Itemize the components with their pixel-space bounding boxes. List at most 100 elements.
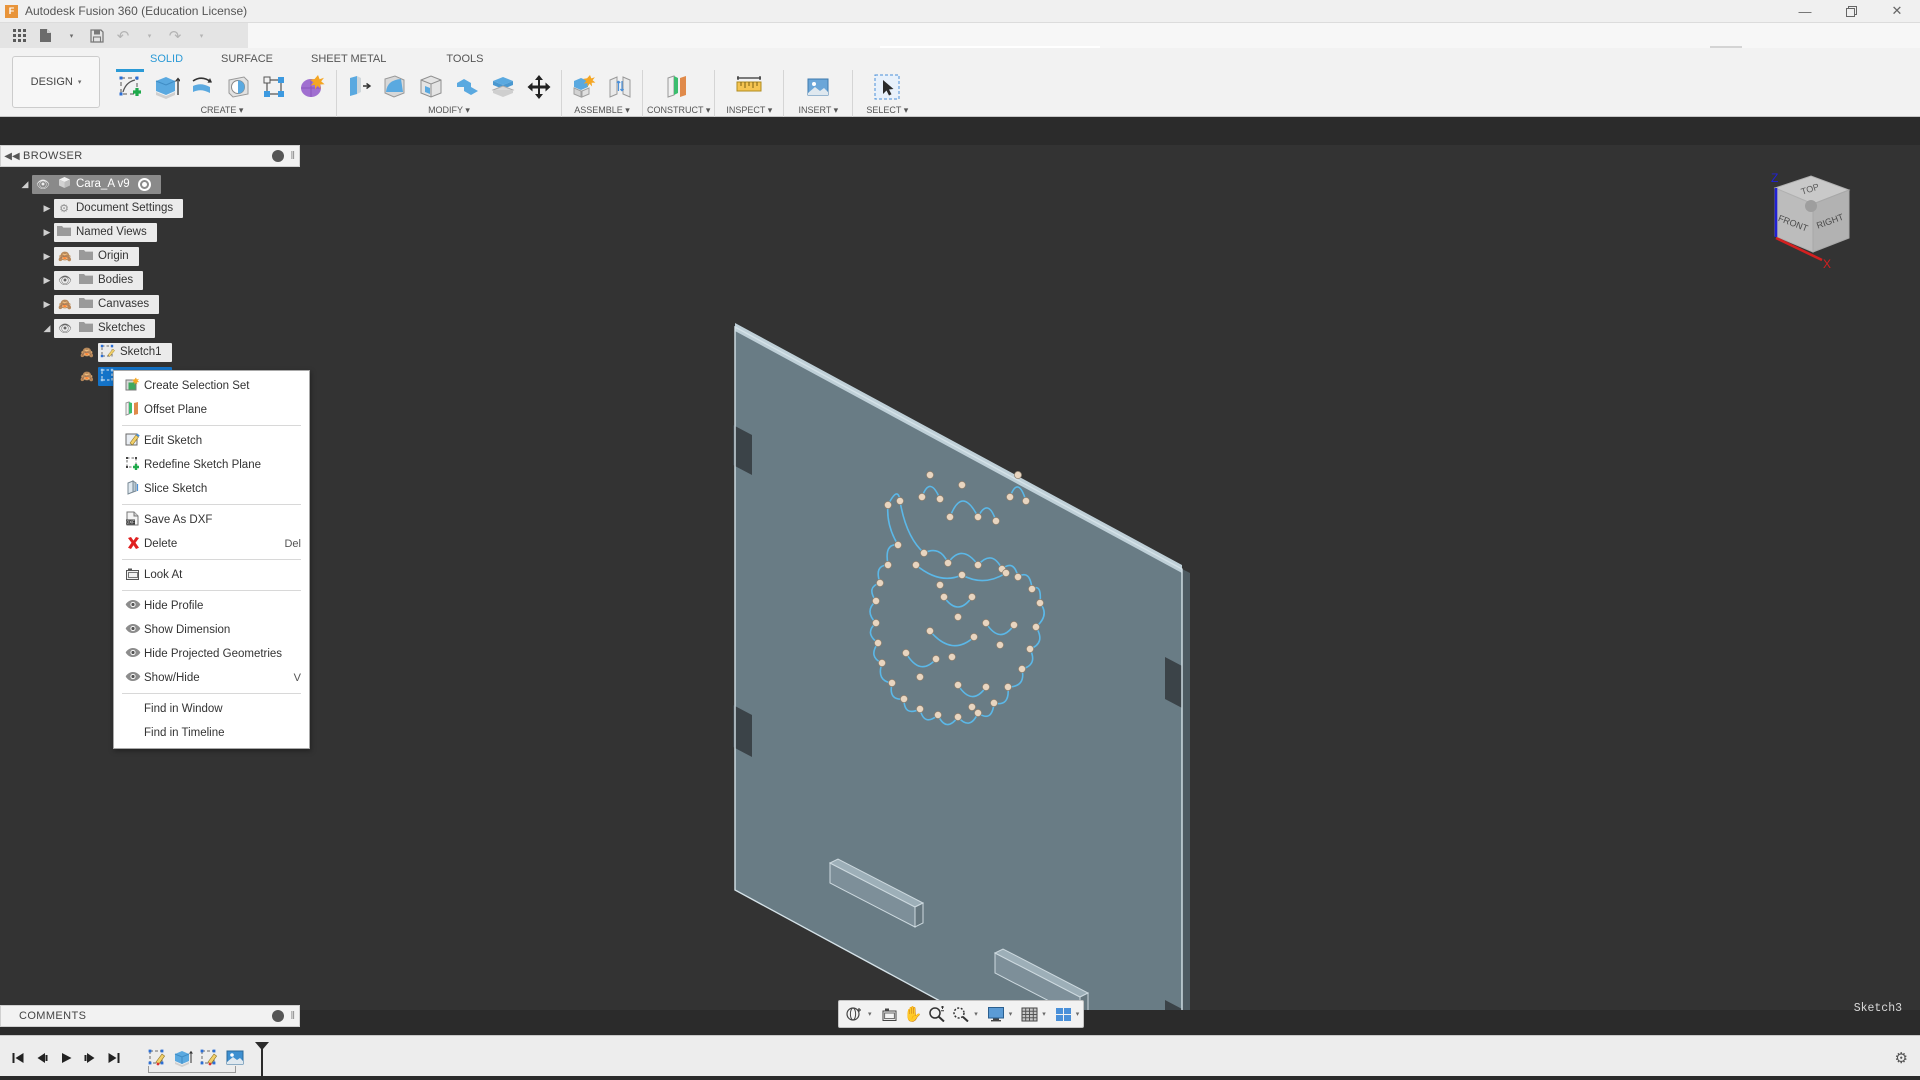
undo-button[interactable]: ↶ bbox=[110, 23, 136, 48]
eye-off-icon[interactable]: 🙈 bbox=[54, 298, 76, 311]
ribbon-group-select-label[interactable]: SELECT ▾ bbox=[857, 104, 917, 117]
chevron-down-icon[interactable]: ▾ bbox=[974, 1010, 978, 1018]
chevron-right-icon[interactable]: ▶ bbox=[40, 203, 54, 214]
browser-item-root-chip[interactable]: 👁 Cara_A v9 bbox=[32, 175, 161, 194]
timeline-feature-canvas[interactable] bbox=[222, 1043, 248, 1073]
chevron-right-icon[interactable]: ▶ bbox=[40, 227, 54, 238]
browser-item-bodies[interactable]: ▶ 👁 Bodies bbox=[0, 268, 300, 292]
create-sketch-icon[interactable] bbox=[112, 70, 148, 104]
menu-delete[interactable]: Delete Del bbox=[114, 532, 309, 556]
eye-icon[interactable]: 👁 bbox=[54, 274, 76, 287]
menu-save-as-dxf[interactable]: DXF Save As DXF bbox=[114, 508, 309, 532]
menu-redefine-sketch-plane[interactable]: Redefine Sketch Plane bbox=[114, 453, 309, 477]
menu-create-selection-set[interactable]: Create Selection Set bbox=[114, 374, 309, 398]
eye-off-icon[interactable]: 🙈 bbox=[54, 250, 76, 263]
timeline-feature-sketch2[interactable] bbox=[196, 1043, 222, 1073]
shell-icon[interactable] bbox=[413, 70, 449, 104]
chevron-right-icon[interactable]: ▶ bbox=[40, 275, 54, 286]
chevron-down-icon[interactable]: ▾ bbox=[1009, 1010, 1013, 1018]
menu-find-in-window[interactable]: Find in Window bbox=[114, 697, 309, 721]
split-face-icon[interactable] bbox=[485, 70, 521, 104]
timeline-go-start[interactable] bbox=[6, 1043, 30, 1073]
tab-surface[interactable]: SURFACE bbox=[211, 48, 283, 70]
new-component-icon[interactable] bbox=[566, 70, 602, 104]
timeline-settings-icon[interactable]: ⚙ bbox=[1895, 1049, 1908, 1067]
press-pull-icon[interactable] bbox=[341, 70, 377, 104]
eye-off-icon[interactable]: 🙈 bbox=[76, 370, 98, 383]
move-copy-icon[interactable] bbox=[521, 70, 557, 104]
zoom-window-button[interactable] bbox=[949, 1002, 973, 1026]
comments-resize-grip[interactable]: ‖ bbox=[290, 1010, 295, 1022]
fillet-icon[interactable] bbox=[377, 70, 413, 104]
browser-settings-icon[interactable] bbox=[272, 150, 284, 162]
browser-collapse-icon[interactable]: ◀◀ bbox=[1, 151, 23, 162]
redo-caret[interactable]: ▾ bbox=[188, 23, 214, 48]
redo-button[interactable]: ↷ bbox=[162, 23, 188, 48]
browser-item-origin[interactable]: ▶ 🙈 Origin bbox=[0, 244, 300, 268]
chevron-down-icon[interactable]: ◢ bbox=[18, 179, 32, 190]
tab-solid[interactable]: SOLID bbox=[140, 48, 193, 70]
eye-icon[interactable]: 👁 bbox=[54, 322, 76, 335]
ribbon-group-construct-label[interactable]: CONSTRUCT ▾ bbox=[647, 104, 710, 117]
comments-settings-icon[interactable] bbox=[272, 1010, 284, 1022]
browser-item-sketches-chip[interactable]: 👁 Sketches bbox=[54, 319, 155, 338]
menu-edit-sketch[interactable]: Edit Sketch bbox=[114, 429, 309, 453]
browser-item-root[interactable]: ◢ 👁 Cara_A v9 bbox=[0, 172, 300, 196]
browser-item-sketch1-chip[interactable]: Sketch1 bbox=[98, 343, 172, 362]
display-settings-button[interactable] bbox=[984, 1002, 1008, 1026]
ribbon-group-assemble-label[interactable]: ASSEMBLE ▾ bbox=[566, 104, 638, 117]
ribbon-group-modify-label[interactable]: MODIFY ▾ bbox=[341, 104, 557, 117]
timeline-step-back[interactable] bbox=[30, 1043, 54, 1073]
browser-item-bodies-chip[interactable]: 👁 Bodies bbox=[54, 271, 143, 290]
timeline-feature-extrude[interactable] bbox=[170, 1043, 196, 1073]
timeline-feature-sketch1[interactable] bbox=[144, 1043, 170, 1073]
menu-offset-plane[interactable]: Offset Plane bbox=[114, 398, 309, 422]
viewports-button[interactable] bbox=[1052, 1002, 1075, 1026]
undo-caret[interactable]: ▾ bbox=[136, 23, 162, 48]
zoom-button[interactable] bbox=[925, 1002, 949, 1026]
file-menu-button[interactable] bbox=[32, 23, 58, 48]
extrude-icon[interactable] bbox=[148, 70, 184, 104]
joint-icon[interactable] bbox=[602, 70, 638, 104]
browser-item-canvases-chip[interactable]: 🙈 Canvases bbox=[54, 295, 159, 314]
menu-show-dimension[interactable]: Show Dimension bbox=[114, 618, 309, 642]
timeline-go-end[interactable] bbox=[102, 1043, 126, 1073]
insert-canvas-icon[interactable] bbox=[800, 70, 836, 104]
chevron-down-icon[interactable]: ▾ bbox=[868, 1010, 872, 1018]
menu-show-hide[interactable]: Show/Hide V bbox=[114, 666, 309, 690]
offset-plane-icon[interactable] bbox=[659, 70, 695, 104]
ribbon-group-insert-label[interactable]: INSERT ▾ bbox=[788, 104, 848, 117]
eye-off-icon[interactable]: 🙈 bbox=[76, 346, 98, 359]
browser-item-named-views[interactable]: ▶ Named Views bbox=[0, 220, 300, 244]
viewcube[interactable]: TOP FRONT RIGHT Z X bbox=[1745, 160, 1865, 280]
chevron-right-icon[interactable]: ▶ bbox=[40, 251, 54, 262]
measure-icon[interactable] bbox=[731, 70, 767, 104]
pattern-icon[interactable] bbox=[292, 70, 332, 104]
loft-icon[interactable] bbox=[256, 70, 292, 104]
browser-item-named-views-chip[interactable]: Named Views bbox=[54, 223, 157, 242]
chevron-down-icon[interactable]: ◢ bbox=[40, 323, 54, 334]
menu-slice-sketch[interactable]: Slice Sketch bbox=[114, 477, 309, 501]
chevron-right-icon[interactable]: ▶ bbox=[40, 299, 54, 310]
menu-hide-projected-geometries[interactable]: Hide Projected Geometries bbox=[114, 642, 309, 666]
timeline-step-forward[interactable] bbox=[78, 1043, 102, 1073]
browser-item-sketch1[interactable]: 🙈 Sketch1 bbox=[0, 340, 300, 364]
browser-item-canvases[interactable]: ▶ 🙈 Canvases bbox=[0, 292, 300, 316]
browser-item-origin-chip[interactable]: 🙈 Origin bbox=[54, 247, 139, 266]
pan-button[interactable]: ✋ bbox=[901, 1002, 926, 1026]
grid-snaps-button[interactable] bbox=[1018, 1002, 1041, 1026]
browser-item-sketches[interactable]: ◢ 👁 Sketches bbox=[0, 316, 300, 340]
tab-sheet-metal[interactable]: SHEET METAL bbox=[301, 48, 396, 70]
maximize-icon[interactable] bbox=[1828, 0, 1874, 23]
menu-look-at[interactable]: Look At bbox=[114, 563, 309, 587]
tab-tools[interactable]: TOOLS bbox=[436, 48, 493, 70]
browser-item-document-settings[interactable]: ▶ ⚙ Document Settings bbox=[0, 196, 300, 220]
timeline-play[interactable] bbox=[54, 1043, 78, 1073]
browser-item-document-settings-chip[interactable]: ⚙ Document Settings bbox=[54, 199, 183, 218]
look-at-button[interactable] bbox=[878, 1002, 901, 1026]
chevron-down-icon[interactable]: ▾ bbox=[1042, 1010, 1046, 1018]
activate-component-radio[interactable] bbox=[138, 178, 151, 191]
browser-resize-grip[interactable]: ‖ bbox=[290, 150, 295, 162]
menu-find-in-timeline[interactable]: Find in Timeline bbox=[114, 721, 309, 745]
revolve-icon[interactable] bbox=[184, 70, 220, 104]
